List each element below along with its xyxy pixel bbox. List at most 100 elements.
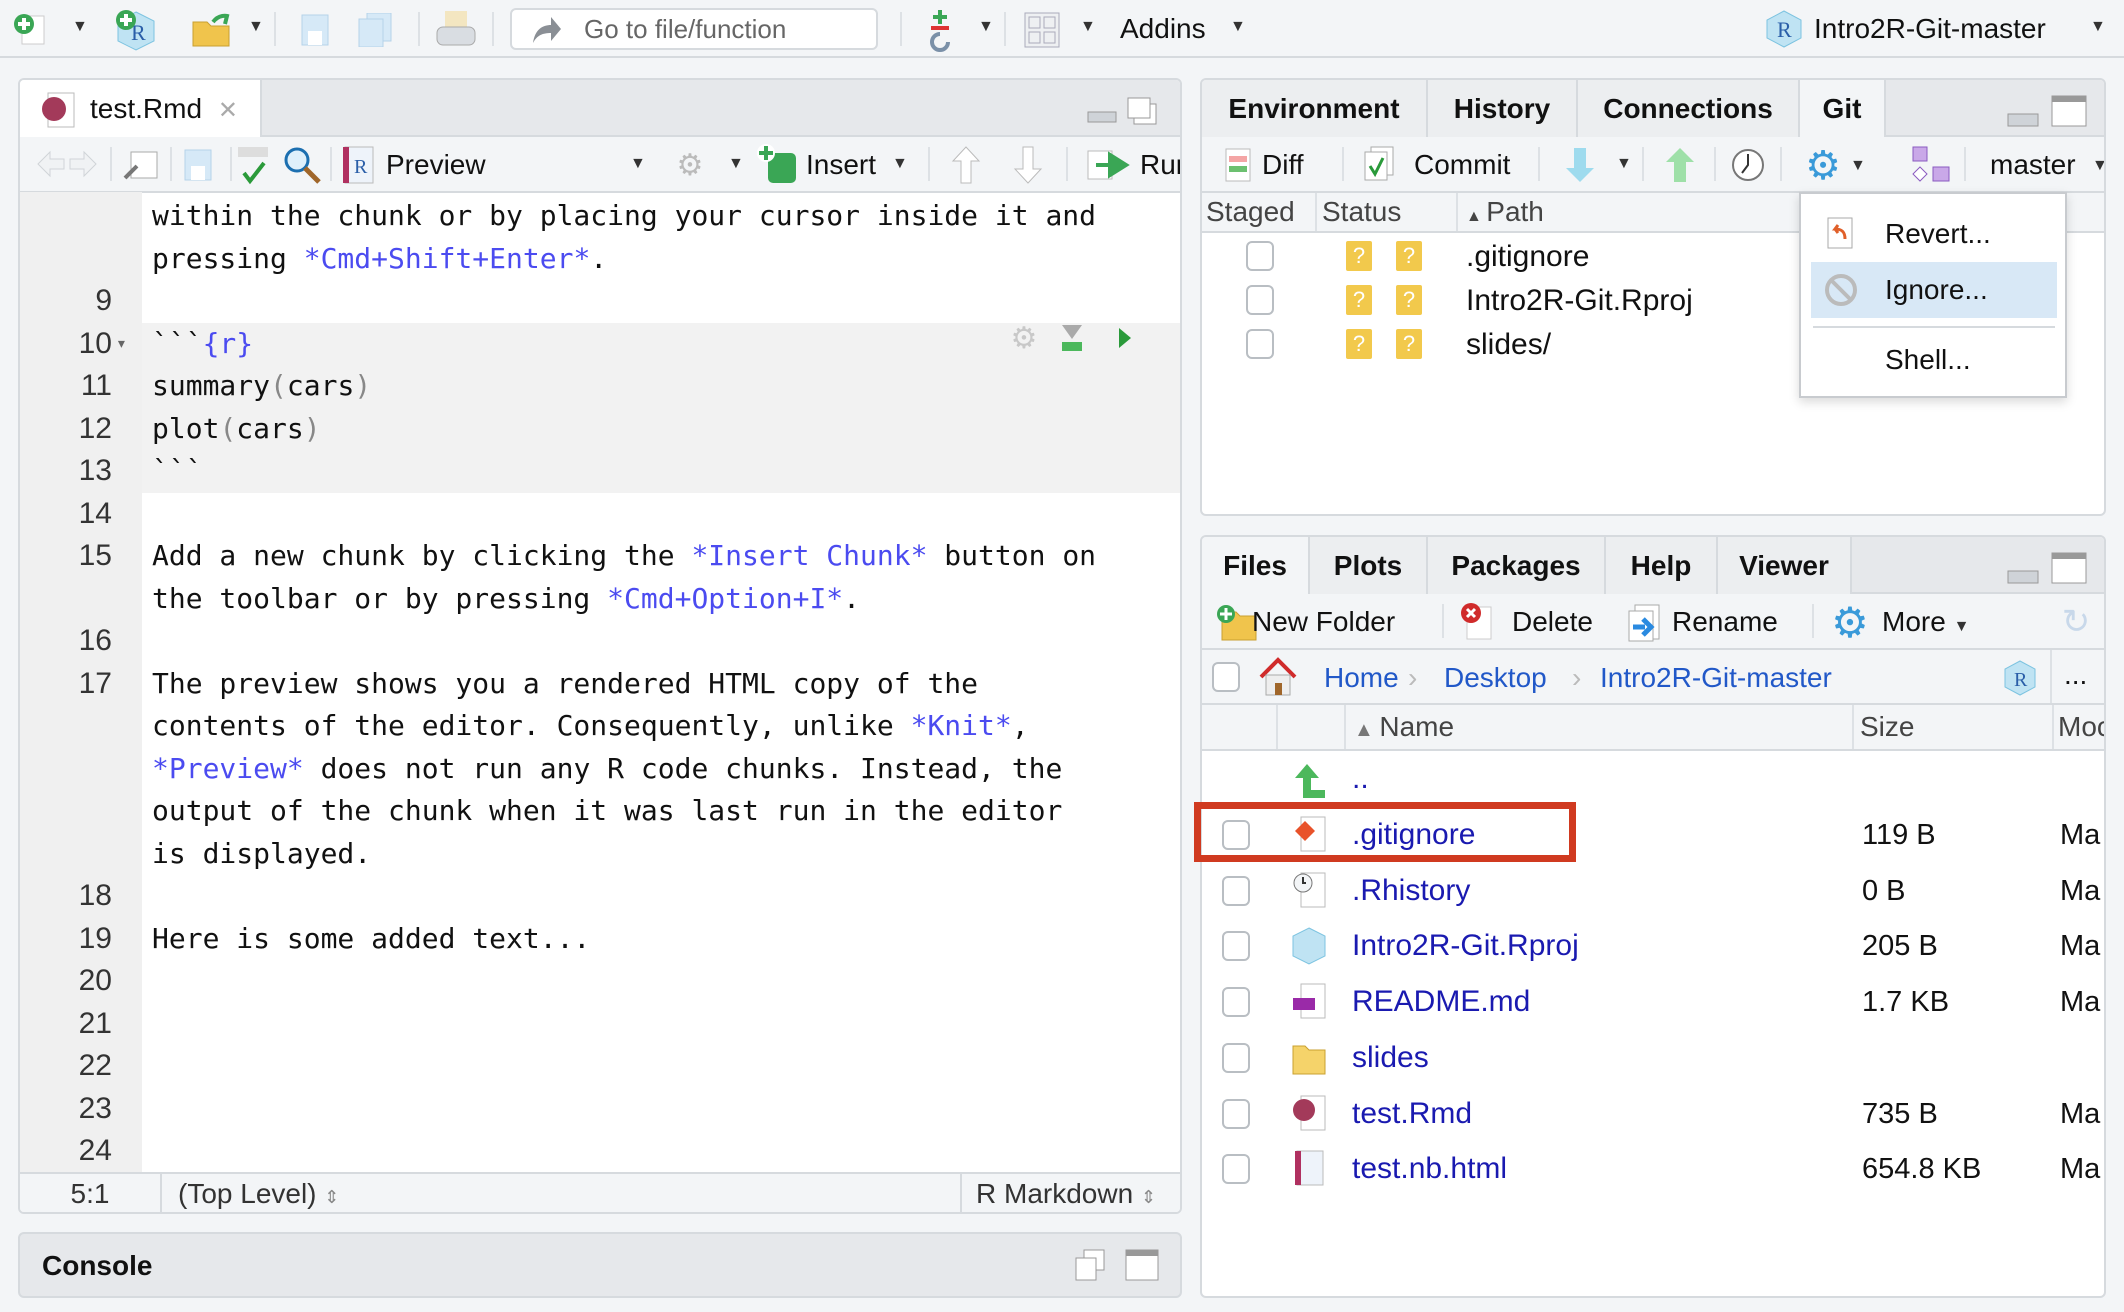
file-name-link[interactable]: test.nb.html <box>1352 1141 1507 1197</box>
staged-checkbox[interactable] <box>1246 241 1274 271</box>
code-line[interactable]: 19 Here is some added text... <box>20 918 1180 961</box>
close-tab-icon[interactable]: ✕ <box>218 97 238 124</box>
breadcrumb-home[interactable]: Home <box>1324 650 1399 705</box>
file-checkbox[interactable] <box>1222 931 1250 962</box>
insert-button[interactable]: Insert <box>806 137 876 193</box>
file-row[interactable]: slides <box>1202 1030 2104 1086</box>
staged-checkbox[interactable] <box>1246 285 1274 315</box>
more-button[interactable]: More ▼ <box>1882 594 1969 655</box>
spellcheck-icon[interactable] <box>234 143 278 187</box>
tab-files[interactable]: Files <box>1202 537 1310 596</box>
branch-icon[interactable] <box>1910 145 1952 185</box>
save-icon[interactable] <box>298 12 332 48</box>
tab-environment[interactable]: Environment <box>1202 80 1428 137</box>
code-line[interactable]: 18 <box>20 875 1180 918</box>
file-row[interactable]: Intro2R-Git.Rproj 205 B Ma <box>1202 918 2104 974</box>
minimize-maximize-icons[interactable] <box>2002 551 2092 587</box>
code-line[interactable]: 22 <box>20 1045 1180 1088</box>
tab-help[interactable]: Help <box>1606 537 1718 594</box>
file-name-link[interactable]: README.md <box>1352 974 1530 1030</box>
code-line[interactable]: contents of the editor. Consequently, un… <box>20 705 1180 748</box>
chevron-down-icon[interactable]: ▼ <box>248 18 264 36</box>
code-line[interactable]: is displayed. <box>20 833 1180 876</box>
refresh-icon[interactable]: ↻ <box>2056 602 2096 642</box>
document-mode-selector[interactable]: R Markdown ⇕ <box>960 1174 1156 1212</box>
chunk-options-gear-icon[interactable]: ⚙ <box>1006 320 1042 356</box>
file-checkbox[interactable] <box>1222 875 1250 906</box>
file-checkbox[interactable] <box>1222 1042 1250 1073</box>
branch-selector[interactable]: master <box>1990 137 2076 193</box>
chevron-down-icon[interactable]: ▼ <box>630 155 646 173</box>
code-line[interactable]: 20 <box>20 960 1180 1003</box>
code-line[interactable]: the toolbar or by pressing *Cmd+Option+I… <box>20 578 1180 621</box>
scope-selector[interactable]: (Top Level) ⇕ <box>178 1174 339 1212</box>
column-path[interactable]: ▲ Path <box>1466 193 1544 236</box>
fold-chunk-icon[interactable]: ▾ <box>116 323 127 366</box>
file-name-link[interactable]: .Rhistory <box>1352 863 1470 919</box>
addins-menu[interactable]: Addins <box>1120 1 1206 57</box>
column-staged[interactable]: Staged <box>1206 193 1295 231</box>
pane-layout-icon[interactable] <box>1022 10 1062 50</box>
save-all-icon[interactable] <box>356 12 396 48</box>
console-pane[interactable]: Console <box>18 1232 1182 1298</box>
tab-history[interactable]: History <box>1428 80 1578 137</box>
file-checkbox[interactable] <box>1222 987 1250 1018</box>
gear-icon[interactable]: ⚙ <box>672 147 708 183</box>
code-line[interactable]: 15 Add a new chunk by clicking the *Inser… <box>20 535 1180 578</box>
column-status[interactable]: Status <box>1322 193 1401 231</box>
code-line[interactable]: 16 <box>20 620 1180 663</box>
delete-button[interactable]: Delete <box>1512 594 1593 650</box>
file-row[interactable]: .Rhistory 0 B Ma <box>1202 863 2104 919</box>
parent-directory-link[interactable]: .. <box>1352 751 1369 807</box>
breadcrumb-desktop[interactable]: Desktop <box>1444 650 1547 705</box>
code-line[interactable]: 17 The preview shows you a rendered HTML … <box>20 663 1180 706</box>
column-modified[interactable]: Moc <box>2058 705 2104 749</box>
version-control-icon[interactable] <box>922 8 958 52</box>
minimize-maximize-icons[interactable] <box>2002 94 2092 130</box>
breadcrumb-project[interactable]: Intro2R-Git-master <box>1600 650 1832 705</box>
push-icon[interactable] <box>1664 145 1696 185</box>
menu-item-shell[interactable]: Shell... <box>1811 334 2057 386</box>
preview-button[interactable]: Preview <box>386 137 486 193</box>
file-name-link[interactable]: slides <box>1352 1030 1429 1086</box>
project-menu[interactable]: Intro2R-Git-master <box>1814 1 2046 57</box>
file-name-link[interactable]: test.Rmd <box>1352 1086 1472 1142</box>
new-folder-button[interactable]: New Folder <box>1252 594 1395 650</box>
file-row[interactable]: test.nb.html 654.8 KB Ma <box>1202 1141 2104 1197</box>
code-line[interactable]: 12 plot(cars) <box>20 407 1180 450</box>
tab-git[interactable]: Git <box>1800 80 1886 139</box>
go-to-file-function-input[interactable]: Go to file/function <box>510 8 878 50</box>
rename-button[interactable]: Rename <box>1672 594 1778 650</box>
code-line[interactable]: 21 <box>20 1003 1180 1046</box>
new-file-icon[interactable] <box>10 10 50 50</box>
chevron-down-icon[interactable]: ▼ <box>728 155 744 173</box>
home-icon[interactable] <box>1256 656 1300 698</box>
select-all-checkbox[interactable] <box>1212 662 1240 692</box>
print-icon[interactable] <box>434 8 478 50</box>
code-line[interactable]: output of the chunk when it was last run… <box>20 790 1180 833</box>
gear-icon[interactable]: ⚙ <box>1802 144 1844 188</box>
chevron-down-icon[interactable]: ▼ <box>1080 18 1096 36</box>
new-project-icon[interactable]: R <box>112 8 160 52</box>
find-replace-icon[interactable] <box>282 145 322 185</box>
tab-connections[interactable]: Connections <box>1578 80 1800 137</box>
code-line[interactable]: *Preview* does not run any R code chunks… <box>20 748 1180 791</box>
chevron-down-icon[interactable]: ▼ <box>1230 18 1246 36</box>
restore-maximize-icons[interactable] <box>1072 1248 1162 1284</box>
chevron-down-icon[interactable]: ▼ <box>2092 157 2104 175</box>
minimize-maximize-icons[interactable] <box>1080 96 1160 126</box>
menu-item-revert[interactable]: Revert... <box>1811 208 2057 260</box>
run-chunk-icon[interactable] <box>1110 320 1140 356</box>
previous-section-icon[interactable] <box>950 145 982 185</box>
diff-button[interactable]: Diff <box>1262 137 1304 193</box>
file-checkbox[interactable] <box>1222 1154 1250 1185</box>
show-in-window-icon[interactable] <box>120 147 160 183</box>
chevron-down-icon[interactable]: ▼ <box>72 18 88 36</box>
more-path-button[interactable]: ... <box>2064 650 2087 700</box>
code-line[interactable]: 13 ``` <box>20 450 1180 493</box>
menu-item-ignore[interactable]: Ignore... <box>1811 262 2057 318</box>
code-line[interactable]: 23 <box>20 1088 1180 1131</box>
code-line[interactable]: pressing *Cmd+Shift+Enter*. <box>20 238 1180 281</box>
tab-viewer[interactable]: Viewer <box>1718 537 1852 594</box>
save-icon[interactable] <box>180 147 216 183</box>
